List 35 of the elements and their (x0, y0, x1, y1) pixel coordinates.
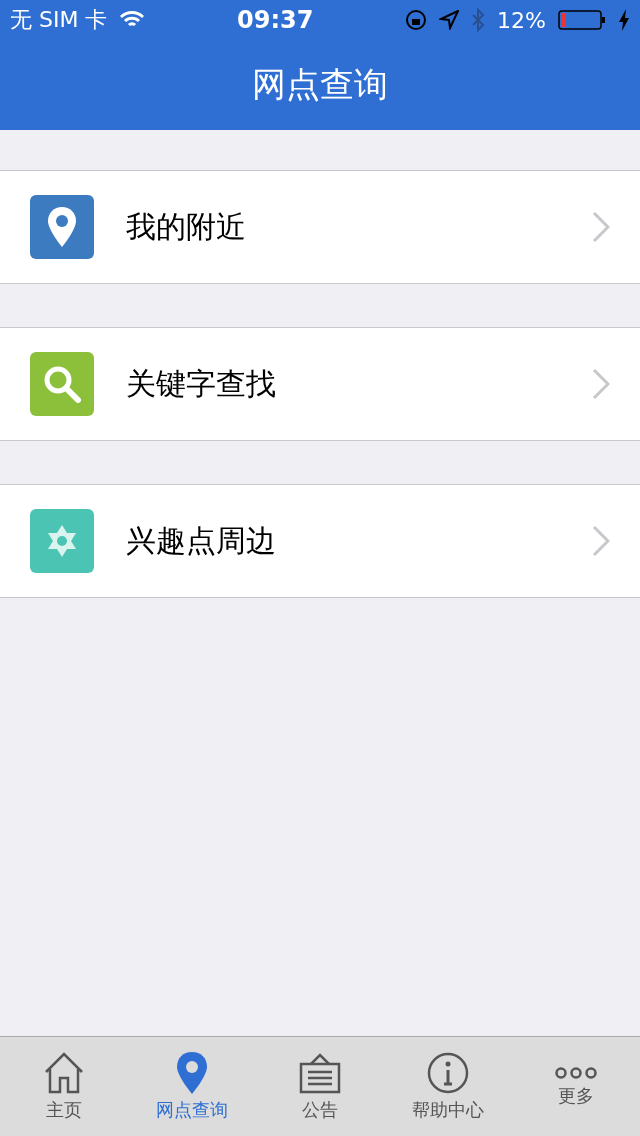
battery-percentage: 12% (497, 7, 546, 33)
tab-bar-item[interactable]: 主页 (0, 1037, 128, 1136)
location-pin-icon (47, 207, 77, 247)
tab-label: 主页 (46, 1097, 82, 1122)
rotation-lock-icon (405, 9, 428, 31)
chevron-right-icon (592, 211, 610, 243)
tab-label: 帮助中心 (412, 1097, 484, 1122)
info-icon (427, 1051, 469, 1094)
tab-label: 更多 (558, 1083, 594, 1108)
notice-board-icon (299, 1051, 341, 1094)
menu-row[interactable]: 我的附近 (0, 170, 640, 284)
carrier-text: 无 SIM 卡 (10, 6, 108, 34)
menu-row[interactable]: 兴趣点周边 (0, 484, 640, 598)
tab-bar-item[interactable]: 网点查询 (128, 1037, 256, 1136)
menu-label: 我的附近 (126, 207, 247, 246)
charging-bolt-icon (618, 9, 630, 31)
tab-bar-item[interactable]: 更多 (512, 1037, 640, 1136)
bluetooth-icon (471, 8, 486, 32)
battery-icon (558, 10, 606, 30)
menu-row[interactable]: 关键字查找 (0, 327, 640, 441)
location-pin-icon (176, 1051, 208, 1094)
search-icon (43, 365, 81, 403)
chevron-right-icon (592, 368, 610, 400)
home-icon (44, 1051, 84, 1094)
tab-label: 公告 (302, 1097, 338, 1122)
location-arrow-icon (439, 10, 460, 30)
page-title: 网点查询 (251, 63, 389, 106)
menu-label: 兴趣点周边 (126, 521, 277, 560)
menu-label: 关键字查找 (126, 364, 277, 403)
more-icon (555, 1065, 597, 1080)
tab-label: 网点查询 (156, 1097, 228, 1122)
tab-bar-item[interactable]: 公告 (256, 1037, 384, 1136)
chevron-right-icon (592, 525, 610, 557)
tab-bar-item[interactable]: 帮助中心 (384, 1037, 512, 1136)
clock-time: 09:37 (236, 6, 315, 34)
